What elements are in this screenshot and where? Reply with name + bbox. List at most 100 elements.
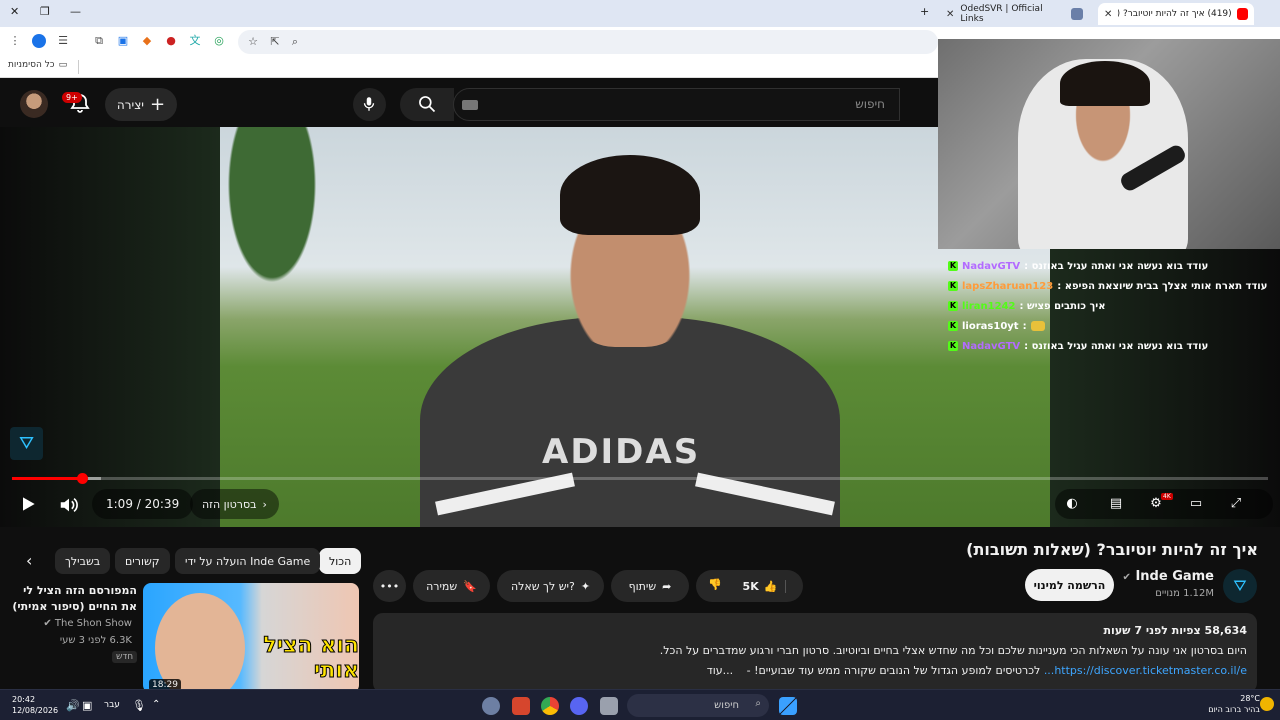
chat-message: K NadavGTV : עודד בוא נעשה אני ואתה עגיל… <box>948 336 1278 356</box>
verified-check-icon: ✔ <box>1122 572 1131 583</box>
like-button[interactable]: 5K 👍 <box>743 579 787 593</box>
volume-tray-icon[interactable]: 🔊 <box>66 699 80 712</box>
mic-tray-icon[interactable]: 🎙 <box>132 699 146 712</box>
restore-window-icon[interactable]: ❐ <box>40 5 50 18</box>
chrome-icon[interactable] <box>541 697 559 715</box>
task-view-icon[interactable] <box>600 697 618 715</box>
create-button[interactable]: יצירה + <box>105 88 177 121</box>
site-favicon-icon <box>1071 8 1083 20</box>
reading-list-icon[interactable]: ☰ <box>56 34 70 48</box>
input-language[interactable]: עבר <box>104 700 120 710</box>
play-button[interactable] <box>18 494 38 518</box>
subscribe-button[interactable]: הרשמה למינוי <box>1025 569 1114 601</box>
bookmark-star-icon[interactable]: ☆ <box>246 35 260 49</box>
extension-icon[interactable]: ▣ <box>116 34 130 48</box>
youtube-favicon-icon <box>1236 8 1248 20</box>
tab-inactive-1[interactable] <box>1060 3 1096 25</box>
settings-app-icon[interactable] <box>482 697 500 715</box>
weather-widget[interactable]: 28°C בהיר ברוב היום <box>1208 693 1260 715</box>
chat-username: NadavGTV <box>962 260 1021 272</box>
search-icon <box>419 96 436 113</box>
taskbar-search[interactable]: חיפוש ⌕ <box>627 694 769 717</box>
avatar[interactable] <box>20 90 48 118</box>
chip-for-you[interactable]: בשבילך <box>55 548 111 574</box>
tab-title: OdedSVR | Official Links <box>960 4 1043 24</box>
search-button[interactable] <box>400 88 454 121</box>
divider <box>78 60 79 74</box>
channel-watermark-icon[interactable]: ⛛ <box>10 427 43 460</box>
menu-kebab-icon[interactable]: ⋮ <box>8 34 22 48</box>
video-description[interactable]: 58,634 צפיות לפני 7 שעות היום בסרטון אני… <box>373 613 1257 693</box>
extension-icon[interactable]: ● <box>164 34 178 48</box>
discord-icon[interactable] <box>570 697 588 715</box>
rec-video-thumbnail[interactable]: הוא הציל אותי 18:29 <box>143 583 359 693</box>
new-badge: חדש <box>112 651 138 663</box>
share-button[interactable]: שיתוף ➦ <box>611 570 689 602</box>
search-icon: ⌕ <box>755 698 761 709</box>
theater-mode-icon[interactable]: ▭ <box>1187 495 1205 513</box>
subscriber-count: 1.12M מנויים <box>1155 588 1214 599</box>
chip-uploaded-by[interactable]: הועלה על ידי Inde Game <box>175 548 321 574</box>
description-link[interactable]: https://discover.ticketmaster.co.il/e... <box>1044 664 1247 677</box>
subtitles-icon[interactable]: ▤ <box>1107 495 1125 513</box>
volume-button[interactable] <box>58 494 80 520</box>
extensions-icon[interactable]: ⧉ <box>92 34 106 48</box>
install-app-icon[interactable]: ⇱ <box>268 35 282 49</box>
clock[interactable]: 20:42 12/08/2026 <box>12 694 58 716</box>
sun-weather-icon <box>1260 697 1274 711</box>
search-input[interactable]: חיפוש <box>453 88 900 121</box>
chapter-label: בסרטון הזה <box>202 497 257 511</box>
description-text: לכרטיסים למופע הגדול של הנובים שקורה ממש… <box>746 664 1041 677</box>
chapter-button[interactable]: בסרטון הזה › <box>190 489 279 519</box>
start-windows-icon[interactable] <box>779 697 797 715</box>
save-button[interactable]: שמירה 🔖 <box>413 570 490 602</box>
chip-all[interactable]: הכול <box>319 548 362 574</box>
ask-question-button[interactable]: יש לך שאלה? ✦ <box>497 570 604 602</box>
chip-related[interactable]: קשורים <box>115 548 170 574</box>
address-bar[interactable]: ☆ ⇱ ⌕ <box>238 30 938 54</box>
tab-odedsvr-links[interactable]: ✕ OdedSVR | Official Links <box>940 3 1058 25</box>
fullscreen-icon[interactable]: ⤢ <box>1227 495 1245 513</box>
thumbs-up-icon: 👍 <box>763 579 778 593</box>
progress-bar[interactable] <box>12 473 1268 484</box>
chat-text: : עודד בוא נעשה אני ואתה עגיל באוזנס <box>1024 260 1209 272</box>
translate-icon[interactable]: 文 <box>188 34 202 48</box>
rec-video-title[interactable]: המפורסם הזה הציל לי את החיים (סיפור אמית… <box>7 583 137 615</box>
channel-name[interactable]: Inde Game ✔ <box>1123 569 1214 584</box>
bookmark-icon: 🔖 <box>463 579 477 593</box>
extension-icon[interactable]: ◆ <box>140 34 154 48</box>
autoplay-toggle-icon[interactable]: ◐ <box>1063 495 1081 513</box>
grammarly-icon[interactable]: ◎ <box>212 34 226 48</box>
volume-icon <box>60 497 78 513</box>
chat-message: K lioras10yt : <box>948 316 1278 336</box>
zoom-search-icon[interactable]: ⌕ <box>288 35 302 49</box>
rec-view-count: 6.3K לפני 3 שעי <box>59 635 132 646</box>
more-icon: ••• <box>379 579 400 593</box>
weather-temp: 28°C <box>1240 694 1260 703</box>
close-window-icon[interactable]: ✕ <box>10 5 19 18</box>
rec-channel-name[interactable]: The Shon Show ✔ <box>43 618 132 629</box>
profile-icon[interactable] <box>32 34 46 48</box>
channel-avatar[interactable]: ⛛ <box>1223 569 1257 603</box>
tab-close-icon[interactable]: ✕ <box>1104 9 1112 20</box>
video-frame[interactable]: ADIDAS <box>220 127 1050 527</box>
dislike-button[interactable]: 👎 <box>708 578 722 591</box>
emote-icon <box>1030 321 1045 331</box>
keyboard-icon[interactable] <box>462 100 478 110</box>
chat-text: : <box>1022 320 1027 332</box>
all-bookmarks-button[interactable]: כל הסימניות ▭ <box>8 60 67 70</box>
show-hidden-icons[interactable]: ⌃ <box>152 699 160 710</box>
voice-search-button[interactable] <box>353 88 386 121</box>
tab-close-icon[interactable]: ✕ <box>946 9 954 20</box>
network-tray-icon[interactable]: ▣ <box>82 699 92 712</box>
create-label: יצירה <box>116 97 144 112</box>
more-actions-button[interactable]: ••• <box>373 570 406 602</box>
app-icon[interactable] <box>512 697 530 715</box>
channel-name-text: Inde Game <box>1135 569 1214 584</box>
description-more-link[interactable]: ...עוד <box>707 664 733 677</box>
description-line: https://discover.ticketmaster.co.il/e...… <box>383 661 1247 681</box>
minimize-window-icon[interactable]: — <box>70 5 81 18</box>
chips-scroll-left-icon[interactable]: ‹ <box>26 551 32 570</box>
tab-active-video[interactable]: (419) איך זה להיות יוטיובר? (שא... ✕ <box>1098 3 1254 25</box>
new-tab-button[interactable]: + <box>920 5 929 18</box>
